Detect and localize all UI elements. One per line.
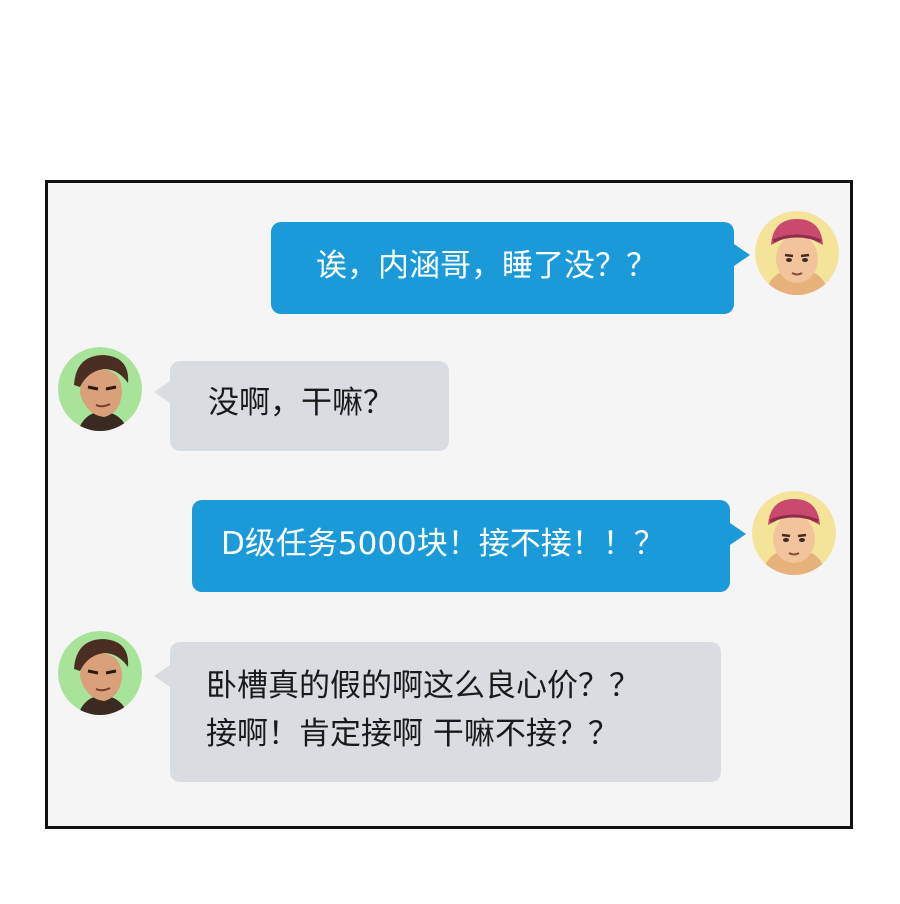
- outgoing-message-bubble[interactable]: D级任务5000块！接不接！！？: [192, 500, 730, 592]
- bubble-tail: [730, 523, 746, 545]
- incoming-message-bubble[interactable]: 没啊，干嘛？: [170, 361, 449, 451]
- comic-chat-panel: 诶，内涵哥，睡了没？？ 没啊，干嘛？ D级任务5000块！接不接！！？ 卧槽真的…: [45, 180, 853, 829]
- pink-hair-man-avatar-icon[interactable]: [755, 211, 839, 295]
- outgoing-message-bubble[interactable]: 诶，内涵哥，睡了没？？: [271, 222, 734, 314]
- message-text-line-2: 接啊！肯定接啊 干嘛不接？？: [206, 716, 619, 752]
- message-text: D级任务5000块！接不接！！？: [221, 526, 665, 562]
- bubble-tail: [154, 381, 170, 403]
- pink-hair-man-avatar-icon[interactable]: [752, 491, 836, 575]
- bubble-tail: [734, 244, 750, 266]
- message-text: 没啊，干嘛？: [208, 385, 394, 421]
- bubble-tail: [154, 665, 170, 687]
- brown-hair-man-avatar-icon[interactable]: [58, 631, 142, 715]
- incoming-message-bubble[interactable]: 卧槽真的假的啊这么良心价？？ 接啊！肯定接啊 干嘛不接？？: [170, 642, 721, 782]
- message-text: 诶，内涵哥，睡了没？？: [316, 248, 657, 284]
- brown-hair-man-avatar-icon[interactable]: [58, 347, 142, 431]
- message-text-line-1: 卧槽真的假的啊这么良心价？？: [206, 668, 640, 704]
